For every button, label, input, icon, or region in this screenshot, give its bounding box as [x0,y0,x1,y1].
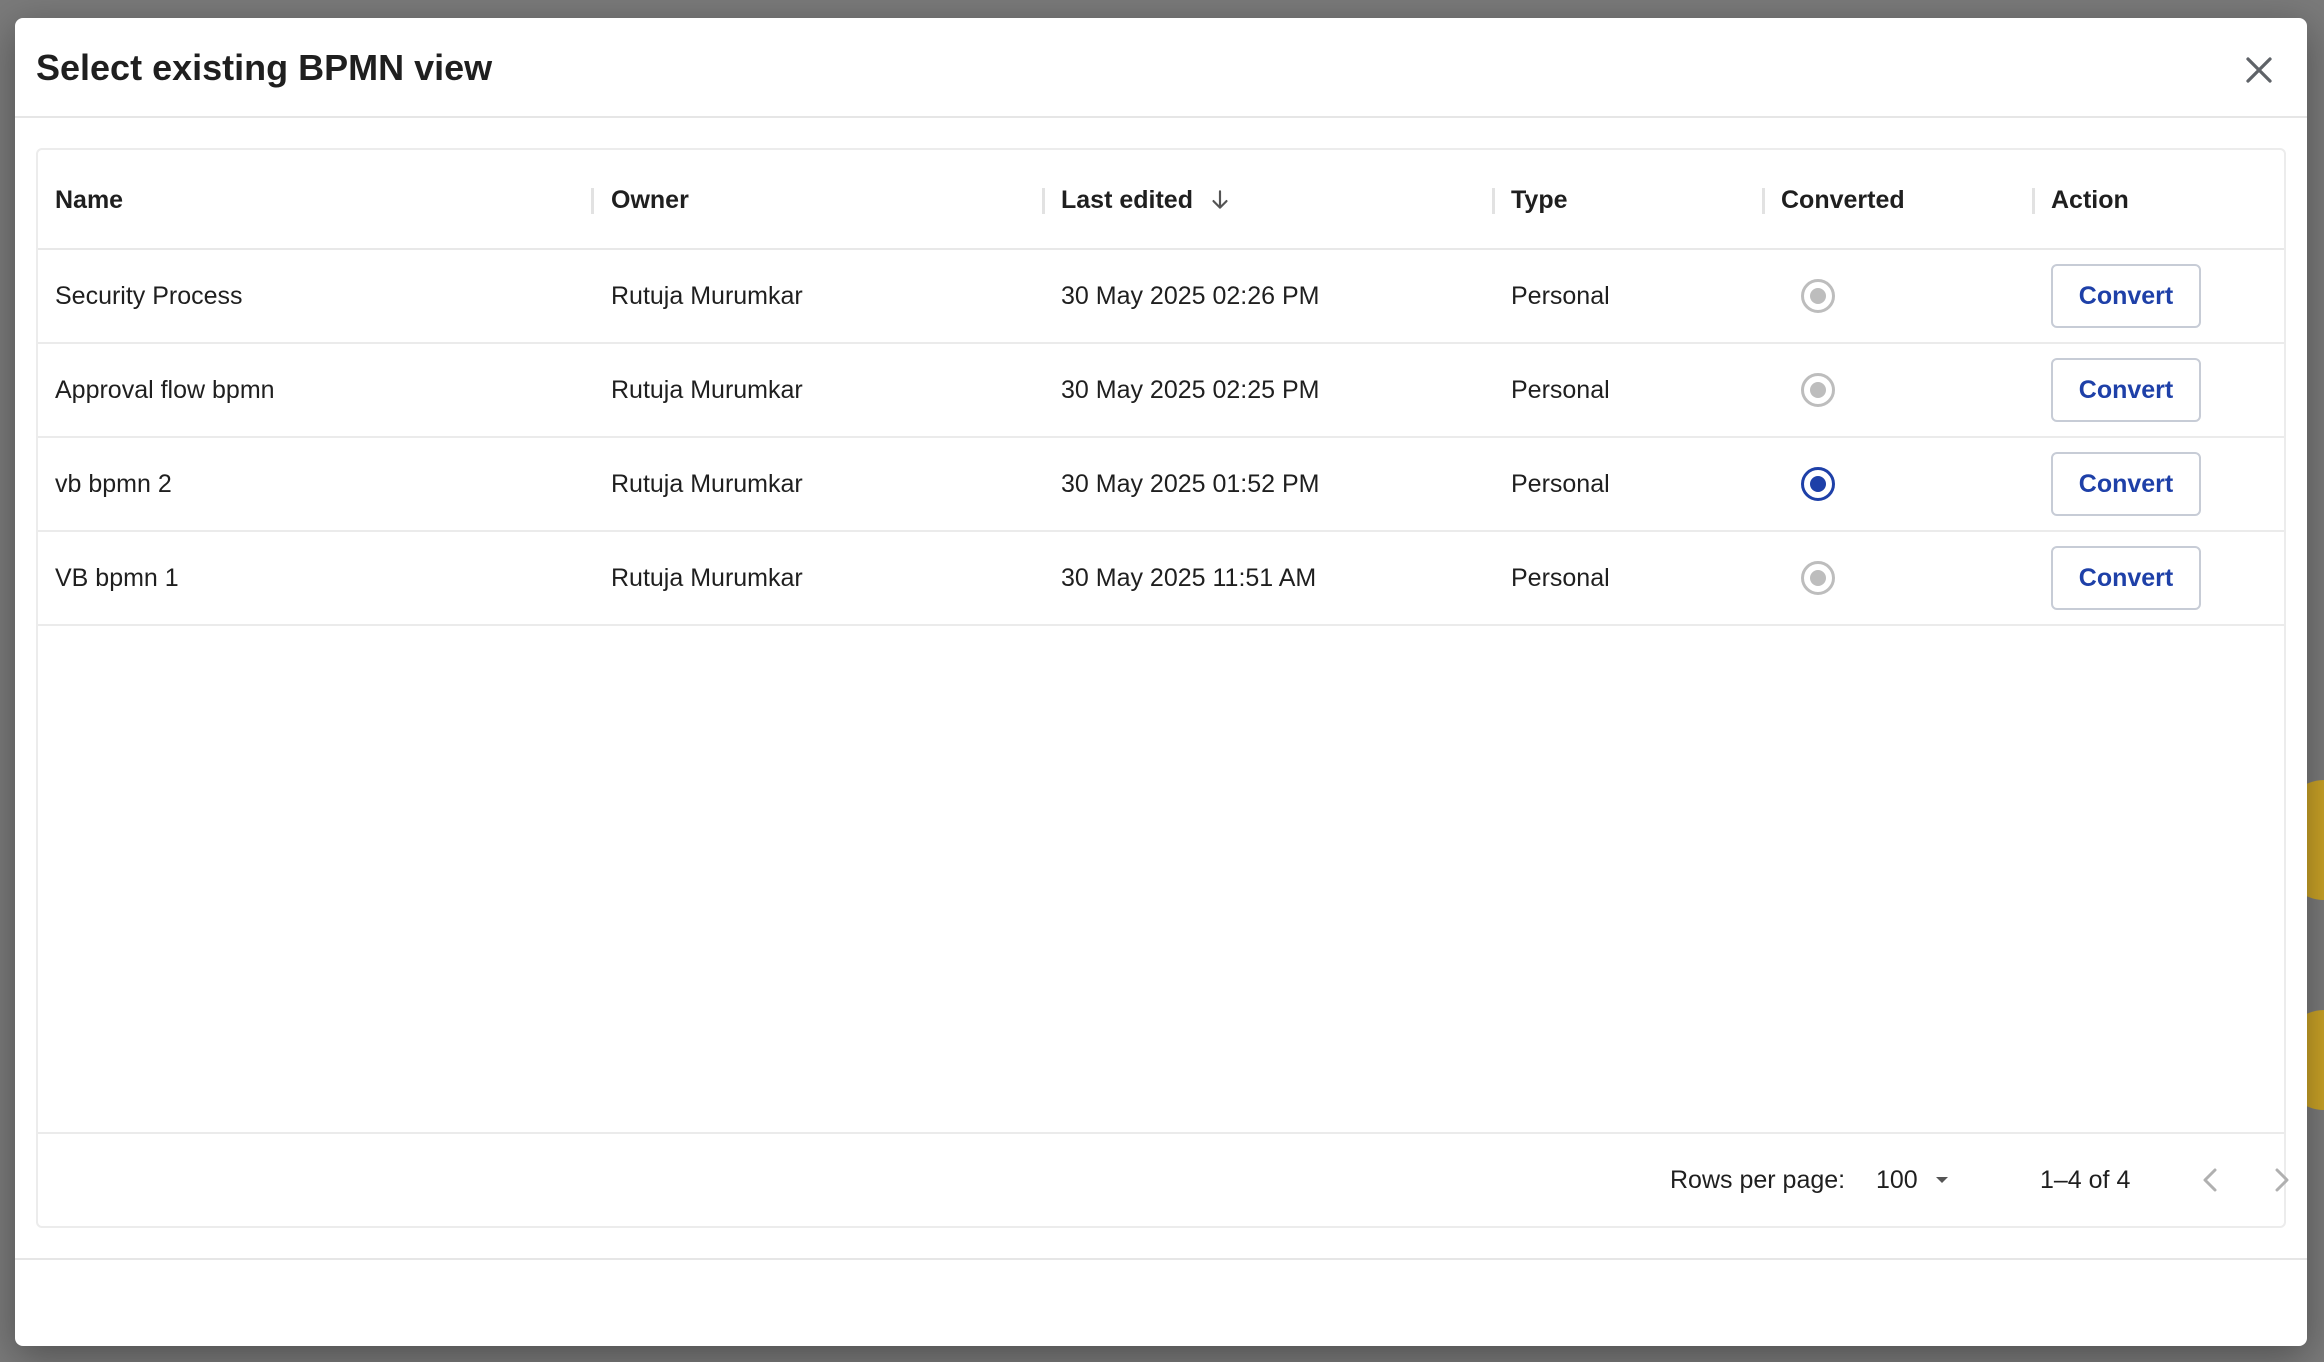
table-header: Name Owner Last edited Type Converted Ac… [38,150,2284,250]
close-button[interactable] [2237,48,2281,92]
chevron-right-icon [2275,1168,2289,1192]
caret-down-icon [1935,1177,1948,1183]
cell-name: vb bpmn 2 [55,469,172,498]
convert-button[interactable]: Convert [2051,452,2201,516]
cell-action: Convert [2051,438,2201,530]
cell-action: Convert [2051,250,2201,342]
cell-converted [1801,532,1835,624]
column-header-owner[interactable]: Owner [611,150,689,250]
column-resize-handle[interactable] [1492,188,1495,214]
column-resize-handle[interactable] [591,188,594,214]
column-resize-handle[interactable] [1762,188,1765,214]
prev-page-wrapper [2190,1134,2230,1226]
rows-per-page-select-wrapper: 100 [1876,1134,1954,1226]
pagination-range: 1–4 of 4 [2040,1165,2131,1194]
cell-last-edited: 30 May 2025 02:26 PM [1061,281,1320,310]
cell-name: VB bpmn 1 [55,563,179,592]
column-header-last-edited[interactable]: Last edited [1061,150,1233,250]
table-row[interactable]: vb bpmn 2 Rutuja Murumkar 30 May 2025 01… [38,438,2284,532]
cell-type: Personal [1511,281,1610,310]
cell-owner: Rutuja Murumkar [611,281,803,310]
converted-radio[interactable] [1801,561,1835,595]
column-header-converted[interactable]: Converted [1781,150,1905,250]
table-row[interactable]: Approval flow bpmn Rutuja Murumkar 30 Ma… [38,344,2284,438]
dialog-header: Select existing BPMN view [15,18,2307,118]
cell-owner: Rutuja Murumkar [611,469,803,498]
rows-per-page-value: 100 [1876,1165,1918,1194]
close-icon [2246,57,2272,83]
select-bpmn-dialog: Select existing BPMN view Name Owner Las… [15,18,2307,1346]
radio-dot [1810,570,1826,586]
column-resize-handle[interactable] [1042,188,1045,214]
rows-per-page-select[interactable]: 100 [1876,1166,1954,1195]
table-pagination: Rows per page: 100 1–4 of 4 [38,1132,2289,1226]
cell-last-edited: 30 May 2025 01:52 PM [1061,469,1320,498]
cell-converted [1801,438,1835,530]
column-header-name[interactable]: Name [55,150,123,250]
bpmn-views-table: Name Owner Last edited Type Converted Ac… [36,148,2289,1228]
chevron-left-icon [2203,1168,2217,1192]
cell-action: Convert [2051,344,2201,436]
cell-converted [1801,250,1835,342]
table-row[interactable]: Security Process Rutuja Murumkar 30 May … [38,250,2284,344]
convert-button[interactable]: Convert [2051,264,2201,328]
cell-last-edited: 30 May 2025 02:25 PM [1061,375,1320,404]
converted-radio[interactable] [1801,279,1835,313]
next-page-wrapper [2262,1134,2302,1226]
cell-name: Security Process [55,281,243,310]
cell-owner: Rutuja Murumkar [611,375,803,404]
cell-type: Personal [1511,563,1610,592]
cell-type: Personal [1511,469,1610,498]
cell-name: Approval flow bpmn [55,375,275,404]
cell-converted [1801,344,1835,436]
column-resize-handle[interactable] [2032,188,2035,214]
next-page-button[interactable] [2262,1160,2302,1200]
column-header-type[interactable]: Type [1511,150,1568,250]
convert-button[interactable]: Convert [2051,358,2201,422]
cell-owner: Rutuja Murumkar [611,563,803,592]
converted-radio[interactable] [1801,373,1835,407]
radio-dot [1810,476,1826,492]
converted-radio[interactable] [1801,467,1835,501]
arrow-down-icon[interactable] [1207,187,1233,213]
dialog-title: Select existing BPMN view [36,47,493,88]
cell-action: Convert [2051,532,2201,624]
cell-last-edited: 30 May 2025 11:51 AM [1061,563,1317,592]
rows-per-page-label: Rows per page: [1670,1165,1846,1194]
column-header-action: Action [2051,185,2129,214]
radio-dot [1810,288,1826,304]
table-row[interactable]: VB bpmn 1 Rutuja Murumkar 30 May 2025 11… [38,532,2284,626]
radio-dot [1810,382,1826,398]
prev-page-button[interactable] [2190,1160,2230,1200]
convert-button[interactable]: Convert [2051,546,2201,610]
cell-type: Personal [1511,375,1610,404]
dialog-footer [15,1258,2307,1346]
